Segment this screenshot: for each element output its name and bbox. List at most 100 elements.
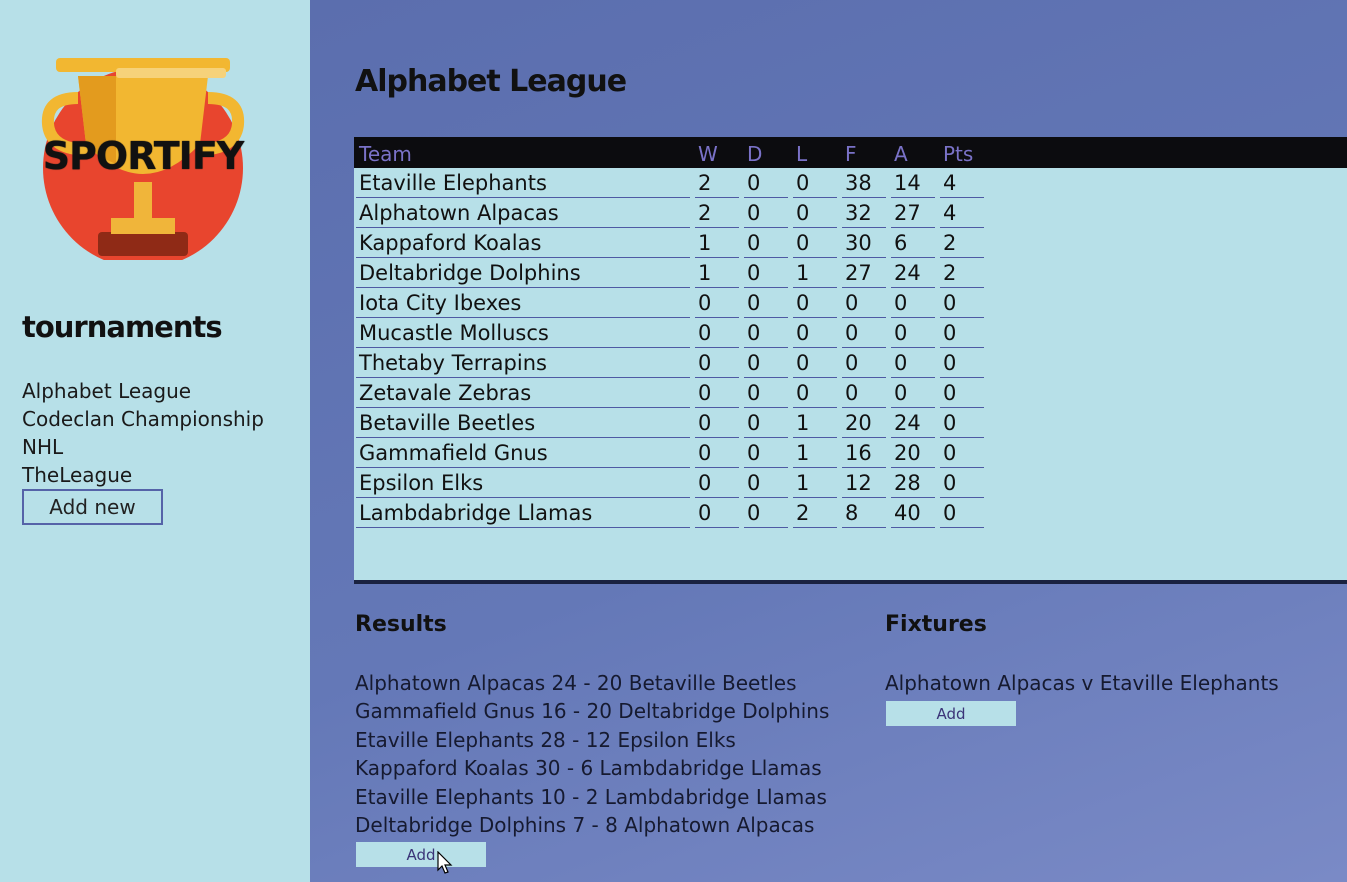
stat-cell: 2 xyxy=(695,198,739,228)
mouse-cursor-icon xyxy=(437,851,453,874)
stat-cell: 0 xyxy=(744,408,788,438)
table-row: Lambdabridge Llamas 0 0 2 8 40 0 xyxy=(356,498,984,528)
fixtures-list: Alphatown Alpacas v Etaville Elephants xyxy=(885,669,1279,697)
team-name-cell: Deltabridge Dolphins xyxy=(356,258,690,288)
tournament-item[interactable]: Alphabet League xyxy=(22,377,264,405)
column-header-a[interactable]: A xyxy=(891,139,935,168)
stat-cell: 0 xyxy=(744,318,788,348)
stat-cell: 40 xyxy=(891,498,935,528)
stat-cell: 20 xyxy=(842,408,886,438)
column-header-pts[interactable]: Pts xyxy=(940,139,984,168)
table-row: Epsilon Elks 0 0 1 12 28 0 xyxy=(356,468,984,498)
stat-cell: 27 xyxy=(842,258,886,288)
stat-cell: 1 xyxy=(695,228,739,258)
table-row: Etaville Elephants 2 0 0 38 14 4 xyxy=(356,168,984,198)
stat-cell: 2 xyxy=(695,168,739,198)
tournament-item[interactable]: Codeclan Championship xyxy=(22,405,264,433)
result-item[interactable]: Kappaford Koalas 30 - 6 Lambdabridge Lla… xyxy=(355,754,829,782)
page-title: Alphabet League xyxy=(355,64,627,99)
add-new-tournament-button[interactable]: Add new xyxy=(22,489,163,525)
stat-cell: 0 xyxy=(695,438,739,468)
stat-cell: 6 xyxy=(891,228,935,258)
stat-cell: 0 xyxy=(695,288,739,318)
stat-cell: 0 xyxy=(695,468,739,498)
table-row: Deltabridge Dolphins 1 0 1 27 24 2 xyxy=(356,258,984,288)
stat-cell: 0 xyxy=(744,228,788,258)
stat-cell: 8 xyxy=(842,498,886,528)
stat-cell: 2 xyxy=(793,498,837,528)
result-item[interactable]: Deltabridge Dolphins 7 - 8 Alphatown Alp… xyxy=(355,811,829,839)
team-name-cell: Epsilon Elks xyxy=(356,468,690,498)
standings-panel: Team W D L F A Pts Etaville Elephants 2 0 0… xyxy=(354,137,1347,584)
stat-cell: 1 xyxy=(793,408,837,438)
column-header-team[interactable]: Team xyxy=(356,139,690,168)
stat-cell: 24 xyxy=(891,408,935,438)
result-item[interactable]: Etaville Elephants 28 - 12 Epsilon Elks xyxy=(355,726,829,754)
table-header-row: Team W D L F A Pts xyxy=(356,139,984,168)
table-row: Iota City Ibexes 0 0 0 0 0 0 xyxy=(356,288,984,318)
stat-cell: 1 xyxy=(695,258,739,288)
add-fixture-button[interactable]: Add xyxy=(886,701,1016,726)
standings-table: Team W D L F A Pts Etaville Elephants 2 0 0… xyxy=(356,139,984,528)
stat-cell: 0 xyxy=(793,378,837,408)
stat-cell: 0 xyxy=(940,348,984,378)
column-header-d[interactable]: D xyxy=(744,139,788,168)
tournament-list: Alphabet League Codeclan Championship NH… xyxy=(22,377,264,489)
team-name-cell: Gammafield Gnus xyxy=(356,438,690,468)
stat-cell: 0 xyxy=(940,378,984,408)
main-content: Alphabet League Team W D L F A Pts Etavi… xyxy=(310,0,1347,882)
stat-cell: 1 xyxy=(793,468,837,498)
logo-text: SPORTIFY xyxy=(42,134,245,178)
tournament-item[interactable]: NHL xyxy=(22,433,264,461)
stat-cell: 0 xyxy=(940,468,984,498)
stat-cell: 24 xyxy=(891,258,935,288)
stat-cell: 0 xyxy=(891,378,935,408)
table-row: Kappaford Koalas 1 0 0 30 6 2 xyxy=(356,228,984,258)
stat-cell: 0 xyxy=(842,288,886,318)
standings-body: Etaville Elephants 2 0 0 38 14 4 Alphatown Alpa… xyxy=(356,168,984,528)
table-row: Betaville Beetles 0 0 1 20 24 0 xyxy=(356,408,984,438)
stat-cell: 2 xyxy=(940,258,984,288)
stat-cell: 0 xyxy=(793,348,837,378)
stat-cell: 16 xyxy=(842,438,886,468)
stat-cell: 0 xyxy=(744,198,788,228)
stat-cell: 27 xyxy=(891,198,935,228)
stat-cell: 0 xyxy=(744,258,788,288)
team-name-cell: Mucastle Molluscs xyxy=(356,318,690,348)
result-item[interactable]: Gammafield Gnus 16 - 20 Deltabridge Dolp… xyxy=(355,697,829,725)
stat-cell: 0 xyxy=(793,228,837,258)
stat-cell: 0 xyxy=(793,318,837,348)
column-header-l[interactable]: L xyxy=(793,139,837,168)
fixture-item[interactable]: Alphatown Alpacas v Etaville Elephants xyxy=(885,669,1279,697)
stat-cell: 0 xyxy=(793,168,837,198)
stat-cell: 0 xyxy=(891,318,935,348)
team-name-cell: Betaville Beetles xyxy=(356,408,690,438)
stat-cell: 0 xyxy=(842,378,886,408)
team-name-cell: Kappaford Koalas xyxy=(356,228,690,258)
stat-cell: 0 xyxy=(940,408,984,438)
column-header-f[interactable]: F xyxy=(842,139,886,168)
stat-cell: 1 xyxy=(793,438,837,468)
team-name-cell: Lambdabridge Llamas xyxy=(356,498,690,528)
stat-cell: 0 xyxy=(940,318,984,348)
stat-cell: 0 xyxy=(744,348,788,378)
column-header-w[interactable]: W xyxy=(695,139,739,168)
stat-cell: 0 xyxy=(891,348,935,378)
stat-cell: 0 xyxy=(744,168,788,198)
tournament-item[interactable]: TheLeague xyxy=(22,461,264,489)
result-item[interactable]: Alphatown Alpacas 24 - 20 Betaville Beet… xyxy=(355,669,829,697)
add-result-button[interactable]: Add xyxy=(356,842,486,867)
stat-cell: 0 xyxy=(744,468,788,498)
table-row: Alphatown Alpacas 2 0 0 32 27 4 xyxy=(356,198,984,228)
stat-cell: 0 xyxy=(793,198,837,228)
team-name-cell: Zetavale Zebras xyxy=(356,378,690,408)
result-item[interactable]: Etaville Elephants 10 - 2 Lambdabridge L… xyxy=(355,783,829,811)
stat-cell: 32 xyxy=(842,198,886,228)
stat-cell: 0 xyxy=(695,348,739,378)
tournaments-heading: tournaments xyxy=(22,310,223,344)
stat-cell: 4 xyxy=(940,198,984,228)
stat-cell: 0 xyxy=(891,288,935,318)
table-row: Gammafield Gnus 0 0 1 16 20 0 xyxy=(356,438,984,468)
stat-cell: 30 xyxy=(842,228,886,258)
table-row: Zetavale Zebras 0 0 0 0 0 0 xyxy=(356,378,984,408)
